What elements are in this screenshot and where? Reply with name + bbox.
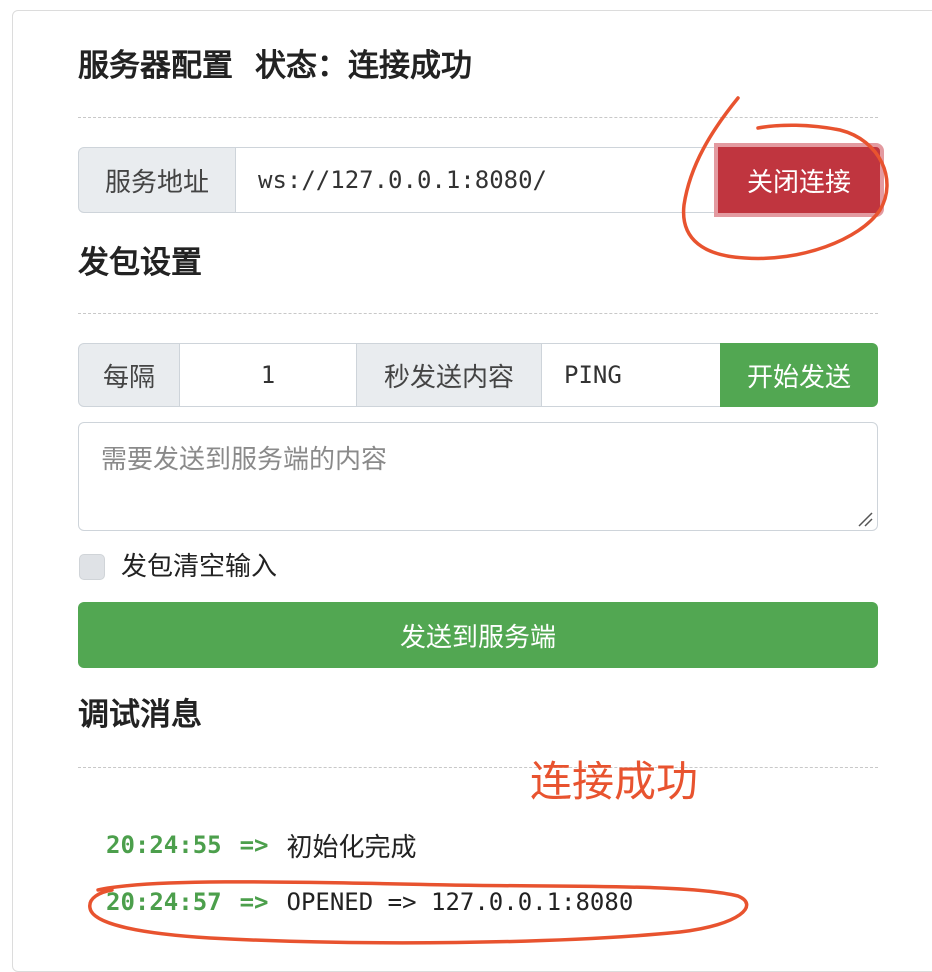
server-config-title: 服务器配置	[78, 48, 233, 84]
interval-label: 每隔	[78, 343, 180, 407]
packet-settings-title: 发包设置	[78, 245, 202, 281]
start-sending-button[interactable]: 开始发送	[720, 343, 878, 407]
divider	[78, 313, 878, 314]
log-line: 20:24:55 => 初始化完成	[106, 826, 417, 864]
resize-handle-icon[interactable]	[856, 512, 874, 528]
divider	[78, 117, 878, 118]
message-textarea[interactable]: 需要发送到服务端的内容	[78, 422, 878, 531]
status-label: 状态：	[255, 48, 348, 84]
log-message: OPENED => 127.0.0.1:8080	[286, 888, 634, 916]
content-input[interactable]: PING	[541, 343, 721, 407]
address-label: 服务地址	[78, 147, 236, 213]
log-arrow: =>	[239, 888, 269, 916]
status-value: 连接成功	[348, 48, 472, 84]
debug-title: 调试消息	[78, 697, 202, 733]
log-message: 初始化完成	[286, 832, 417, 863]
log-arrow: =>	[239, 831, 269, 859]
clear-input-checkbox[interactable]	[79, 554, 105, 580]
divider	[78, 767, 878, 768]
annotation-text: 连接成功	[530, 757, 699, 806]
interval-input[interactable]: 1	[179, 343, 357, 407]
send-to-server-button[interactable]: 发送到服务端	[78, 602, 878, 668]
log-line: 20:24:57 => OPENED => 127.0.0.1:8080	[106, 883, 633, 921]
log-time: 20:24:57	[106, 888, 222, 916]
content-label: 秒发送内容	[356, 343, 542, 407]
server-config-heading: 服务器配置 状态：连接成功	[78, 46, 472, 86]
clear-input-label: 发包清空输入	[121, 552, 278, 582]
message-placeholder: 需要发送到服务端的内容	[101, 445, 388, 475]
close-connection-button[interactable]: 关闭连接	[714, 143, 884, 217]
log-time: 20:24:55	[106, 831, 222, 859]
address-input[interactable]: ws://127.0.0.1:8080/	[235, 147, 715, 213]
